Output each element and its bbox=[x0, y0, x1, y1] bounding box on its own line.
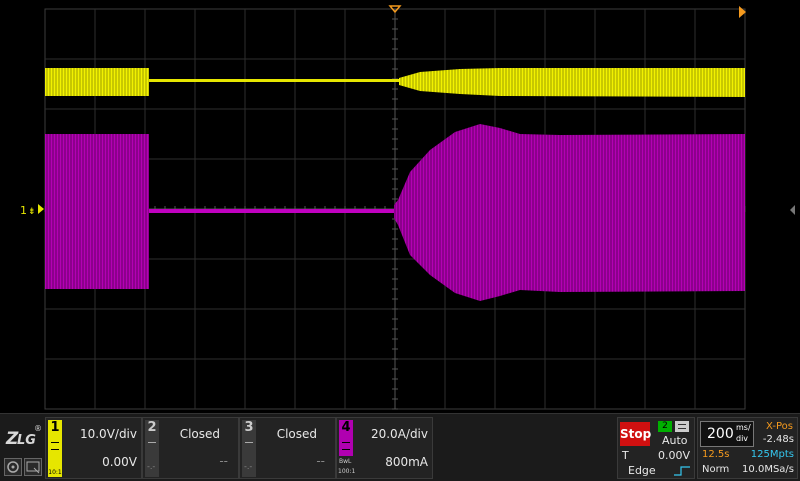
screenshot-button[interactable] bbox=[24, 458, 42, 476]
ch4-offset[interactable]: 800mA bbox=[385, 455, 428, 469]
ch4-number: 4 bbox=[341, 420, 351, 435]
record-points: 125Mpts bbox=[750, 449, 794, 460]
ch1-number: 1 bbox=[50, 420, 60, 435]
right-expand-arrow bbox=[790, 205, 795, 215]
channel-2-panel[interactable]: 2 Closed -.- -- bbox=[142, 417, 239, 479]
ch1-probe-ratio: 10:1 bbox=[48, 469, 62, 476]
ch3-status: Closed bbox=[276, 427, 317, 441]
xpos-value[interactable]: -2.48s bbox=[763, 434, 794, 445]
trigger-coupling-icon bbox=[675, 421, 689, 432]
acquisition-mode[interactable]: Norm bbox=[702, 464, 729, 475]
rising-edge-icon bbox=[674, 466, 690, 476]
trigger-t-label: T bbox=[622, 449, 629, 462]
timebase-value: 200 bbox=[707, 426, 734, 442]
ch4-coupling-icon bbox=[342, 442, 350, 450]
ch2-dash-left: -.- bbox=[147, 462, 156, 471]
ch4-scale[interactable]: 20.0A/div bbox=[371, 427, 428, 441]
trigger-level[interactable]: 0.00V bbox=[658, 449, 690, 462]
ch4-bandwidth-limit: BwL bbox=[339, 458, 352, 465]
ch1-offset[interactable]: 0.00V bbox=[102, 455, 137, 469]
bottom-control-bar: Z LG ® 1 10:1 10.0V/div 0.00V 2 Closed -… bbox=[0, 413, 800, 481]
run-state-label: Stop bbox=[620, 427, 652, 441]
waveform-canvas: 1 ⇟ bbox=[20, 5, 795, 410]
trigger-source-badge[interactable]: 2 bbox=[658, 421, 672, 432]
zlg-logo-icon: Z LG ® bbox=[5, 424, 42, 449]
waveform-display[interactable]: 1 ⇟ bbox=[0, 0, 800, 413]
ch1-scale[interactable]: 10.0V/div bbox=[80, 427, 137, 441]
ch2-number: 2 bbox=[147, 420, 157, 435]
ch3-number: 3 bbox=[244, 420, 254, 435]
stop-button[interactable]: Stop bbox=[620, 422, 652, 446]
sample-rate: 10.0MSa/s bbox=[742, 464, 794, 475]
ch2-dash-right: -- bbox=[219, 454, 228, 468]
timebase-unit-bottom: div bbox=[736, 434, 749, 443]
svg-text:®: ® bbox=[34, 424, 42, 433]
xpos-label: X-Pos bbox=[766, 421, 793, 432]
record-duration: 12.5s bbox=[702, 449, 730, 460]
ch2-coupling-icon bbox=[148, 442, 156, 443]
ch3-dash-left: -.- bbox=[244, 462, 253, 471]
timebase-scale-box[interactable]: 200 ms/ div bbox=[700, 421, 754, 447]
touch-lock-button[interactable] bbox=[4, 458, 22, 476]
ch4-probe-ratio: 100:1 bbox=[338, 468, 356, 475]
trigger-mode[interactable]: Auto bbox=[662, 434, 688, 447]
trigger-source: 2 bbox=[662, 421, 668, 431]
ch4-badge[interactable]: 4 bbox=[339, 420, 353, 456]
ch1-marker-label: 1 bbox=[20, 204, 27, 217]
timebase-unit-top: ms/ bbox=[736, 423, 751, 432]
ch3-dash-right: -- bbox=[316, 454, 325, 468]
ch1-coupling-icon bbox=[51, 442, 59, 450]
channel-1-panel[interactable]: 1 10:1 10.0V/div 0.00V bbox=[45, 417, 142, 479]
screen-icon bbox=[26, 461, 40, 474]
trigger-panel[interactable]: Stop 2 Auto T 0.00V Edge bbox=[617, 417, 695, 479]
ch3-coupling-icon bbox=[245, 442, 253, 443]
logo: Z LG ® bbox=[4, 420, 42, 449]
channel-4-panel[interactable]: 4 BwL 100:1 20.0A/div 800mA bbox=[336, 417, 433, 479]
channel-3-panel[interactable]: 3 Closed -.- -- bbox=[239, 417, 336, 479]
ch1-level-marker bbox=[38, 204, 44, 214]
ch2-status: Closed bbox=[179, 427, 220, 441]
trigger-type[interactable]: Edge bbox=[628, 464, 656, 477]
touch-icon bbox=[7, 461, 19, 473]
svg-text:⇟: ⇟ bbox=[28, 207, 36, 217]
timebase-panel[interactable]: 200 ms/ div X-Pos -2.48s 12.5s 125Mpts N… bbox=[697, 417, 798, 479]
svg-text:LG: LG bbox=[17, 433, 36, 448]
